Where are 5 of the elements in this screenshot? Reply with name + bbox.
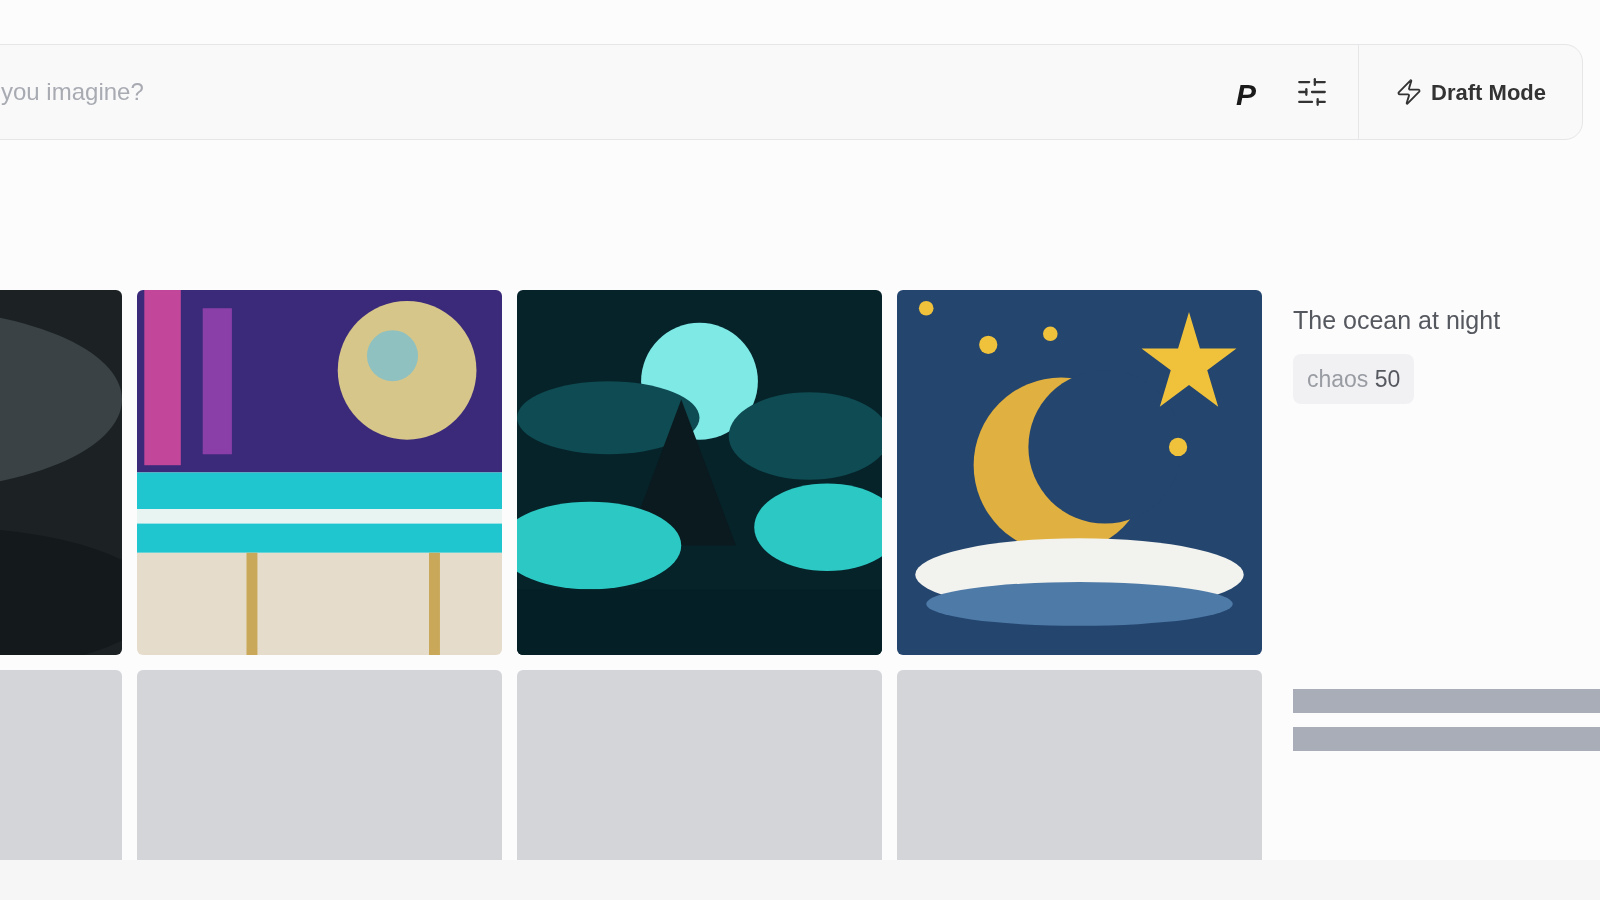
draft-mode-button[interactable]: Draft Mode: [1359, 45, 1582, 139]
prompt-field[interactable]: you imagine? P Draft Mode: [0, 44, 1583, 140]
parameter-chip[interactable]: chaos 50: [1293, 353, 1415, 404]
prompt-text: The ocean at night: [1293, 305, 1502, 336]
personalize-button[interactable]: P: [1226, 72, 1267, 112]
